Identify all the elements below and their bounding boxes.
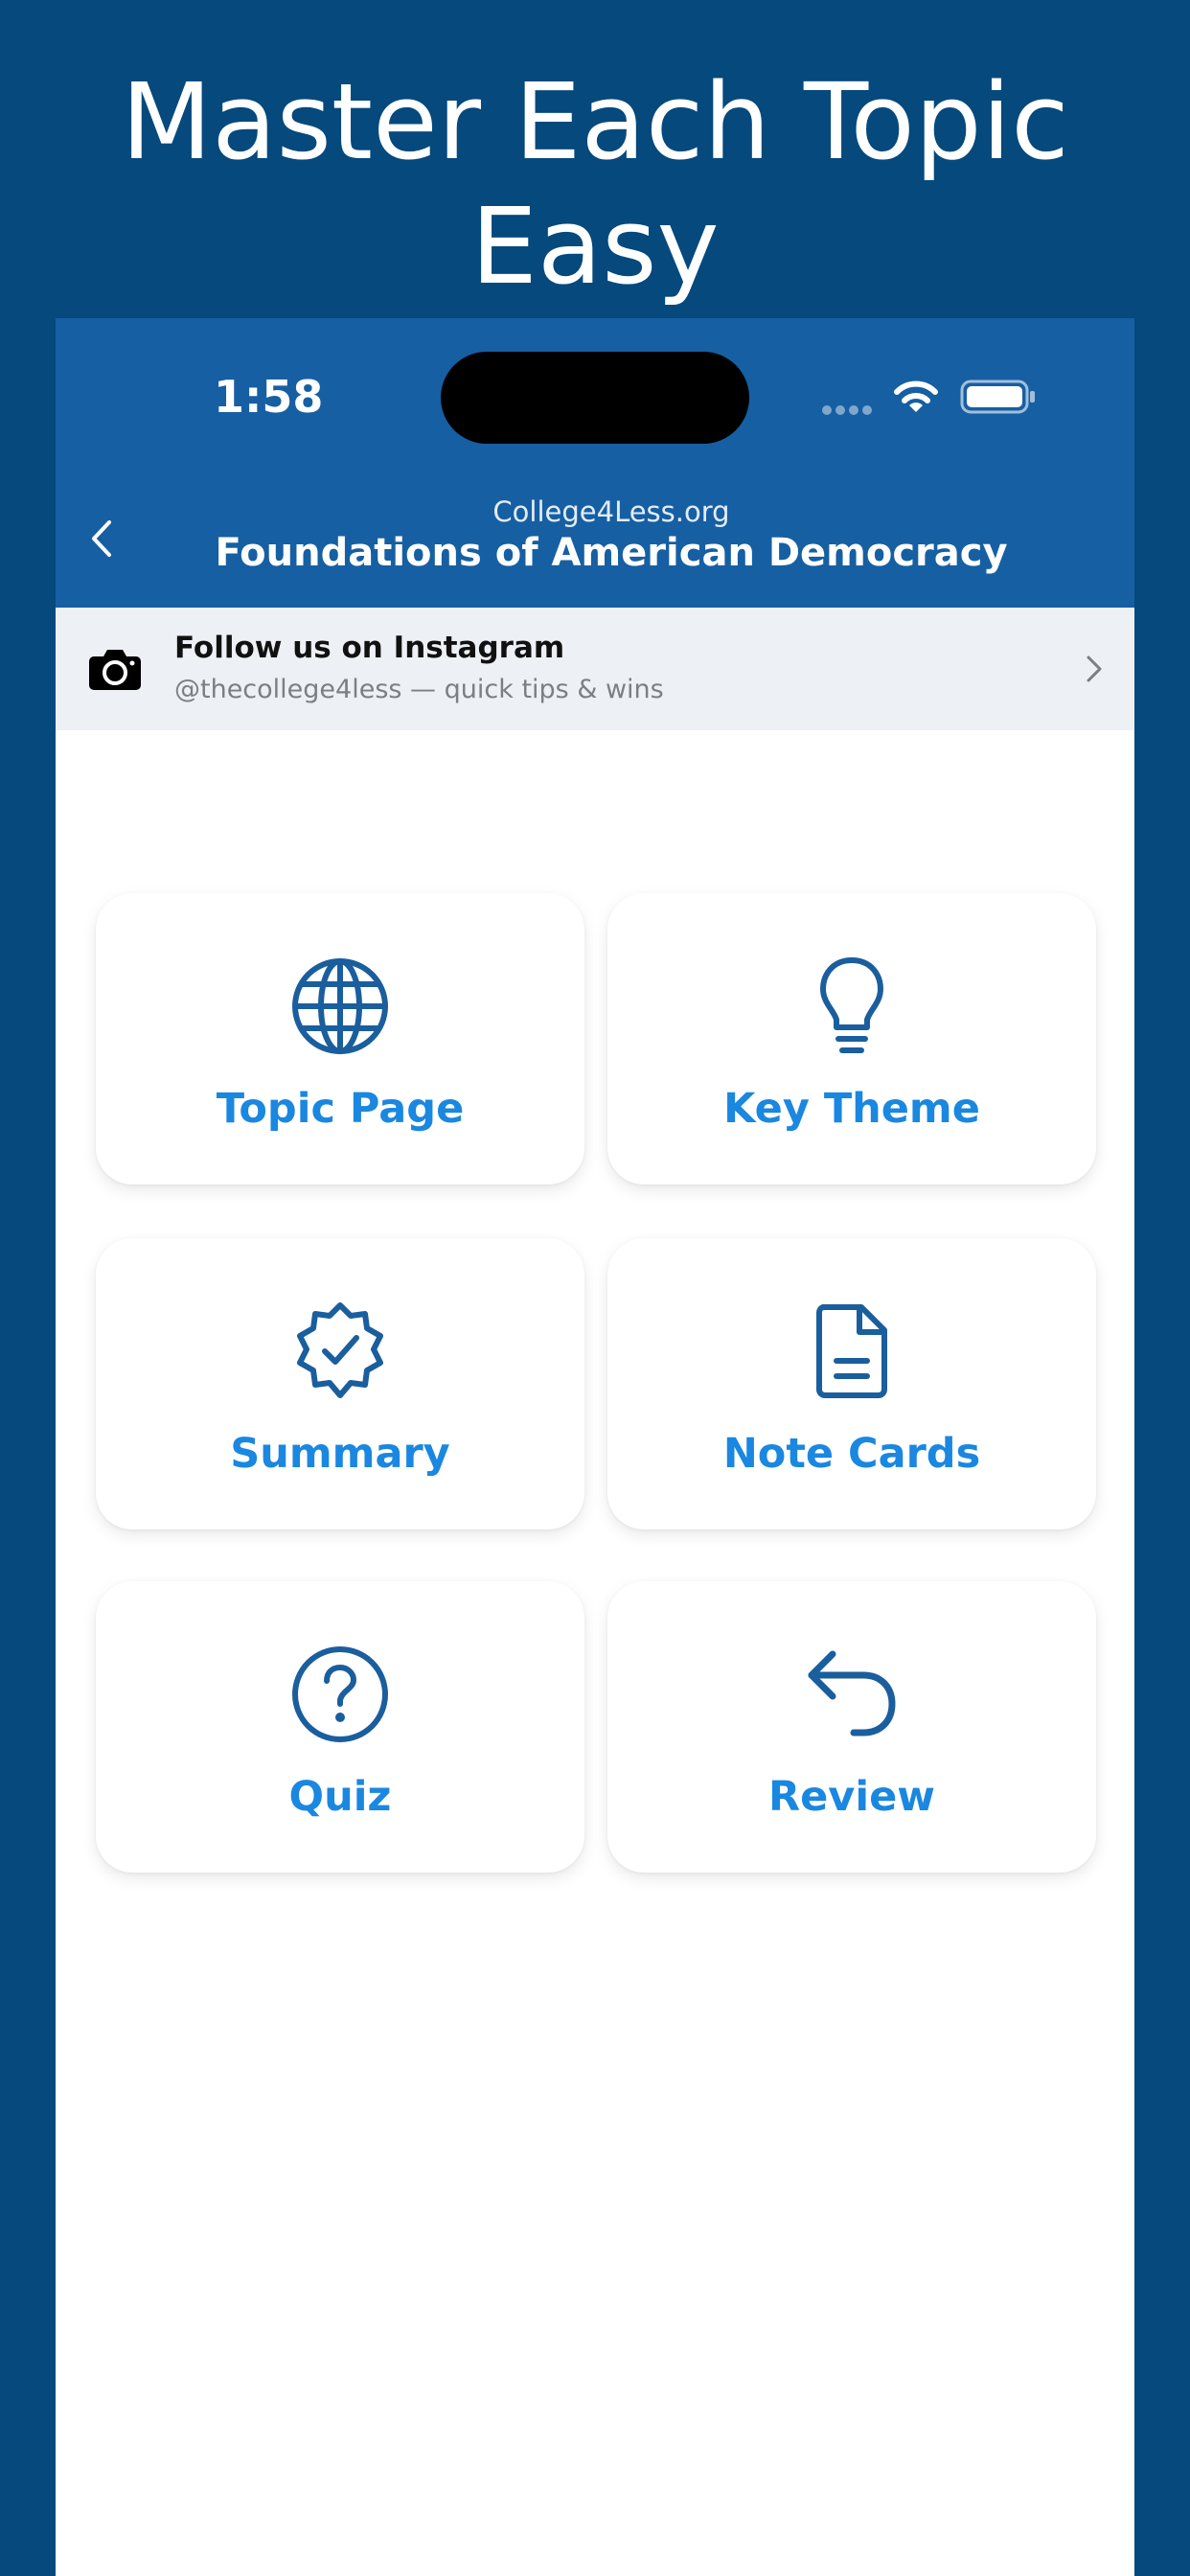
return-arrow-icon <box>808 1650 896 1736</box>
lightbulb-icon <box>820 957 883 1053</box>
quiz-tile[interactable]: Quiz <box>96 1581 584 1873</box>
chevron-right-icon <box>1087 656 1102 682</box>
topic-page-label: Topic Page <box>216 1085 465 1133</box>
topic-page-tile[interactable]: Topic Page <box>96 893 584 1184</box>
key-theme-label: Key Theme <box>723 1085 980 1133</box>
globe-icon <box>292 958 388 1054</box>
key-theme-tile[interactable]: Key Theme <box>607 893 1096 1184</box>
cellular-signal-icon <box>822 402 876 415</box>
summary-tile[interactable]: Summary <box>96 1238 584 1530</box>
status-bar: 1:58 <box>56 318 1134 472</box>
quiz-label: Quiz <box>288 1773 392 1821</box>
page-title: Foundations of American Democracy <box>215 531 1008 575</box>
navigation-bar: College4Less.org Foundations of American… <box>56 472 1134 608</box>
review-label: Review <box>768 1773 935 1821</box>
review-tile[interactable]: Review <box>607 1581 1096 1873</box>
verified-badge-icon <box>297 1302 383 1398</box>
nav-subtitle: College4Less.org <box>492 495 730 528</box>
note-cards-label: Note Cards <box>722 1430 981 1478</box>
battery-icon <box>960 380 1035 414</box>
dynamic-island <box>441 352 749 444</box>
phone-screen: 1:58 College4Less.org Foundations of Ame… <box>56 318 1134 2576</box>
instagram-banner-title: Follow us on Instagram <box>174 631 565 665</box>
camera-icon <box>89 650 141 690</box>
wifi-icon <box>894 380 938 412</box>
document-icon <box>816 1304 887 1398</box>
instagram-banner[interactable]: Follow us on Instagram @thecollege4less … <box>56 608 1134 730</box>
status-time: 1:58 <box>214 371 324 423</box>
marketing-title: Master Each Topic Easy <box>121 60 1069 308</box>
instagram-banner-subtitle: @thecollege4less — quick tips & wins <box>174 675 664 704</box>
summary-label: Summary <box>230 1430 450 1478</box>
note-cards-tile[interactable]: Note Cards <box>607 1238 1096 1530</box>
question-circle-icon <box>292 1646 388 1742</box>
